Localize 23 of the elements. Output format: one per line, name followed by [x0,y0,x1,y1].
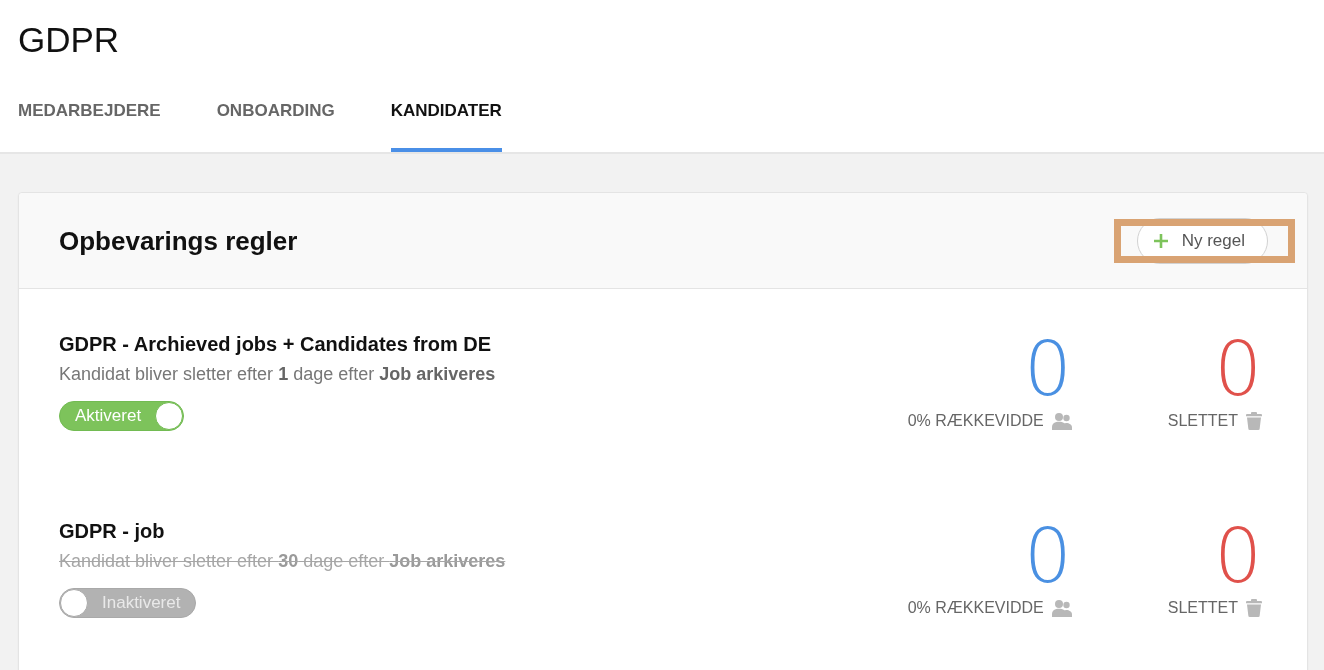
stat-count: 0 [1214,337,1262,401]
toggle-knob [60,589,88,617]
stat-count: 0 [1214,524,1262,588]
people-icon [1051,412,1072,430]
rule-description: Kandidat bliver sletter efter 1 dage efter Job arkiveres [59,363,496,385]
stat-count: 0 [1024,337,1072,401]
rule-title: GDPR - job [59,519,165,543]
trash-icon [1246,599,1262,617]
rule-title: GDPR - Archieved jobs + Candidates from DE [59,332,492,356]
tab[interactable]: ONBOARDING [216,62,335,152]
stat-label: 0% RÆKKEVIDDE [907,411,1044,431]
stat-label: 0% RÆKKEVIDDE [907,598,1044,618]
stat-label: SLETTET [1167,598,1238,618]
trash-icon [1246,412,1262,430]
plus-icon [1153,233,1168,248]
stat-count: 0 [1024,524,1072,588]
card-title: Opbevarings regler [59,225,298,256]
rule-description: Kandidat bliver sletter efter 30 dage efter Job arkiveres [59,550,506,572]
page-title: GDPR [18,19,120,61]
toggle-knob [155,402,184,430]
stat-label: SLETTET [1167,411,1238,431]
people-icon [1051,599,1072,617]
tab[interactable]: MEDARBEJDERE [18,62,161,152]
